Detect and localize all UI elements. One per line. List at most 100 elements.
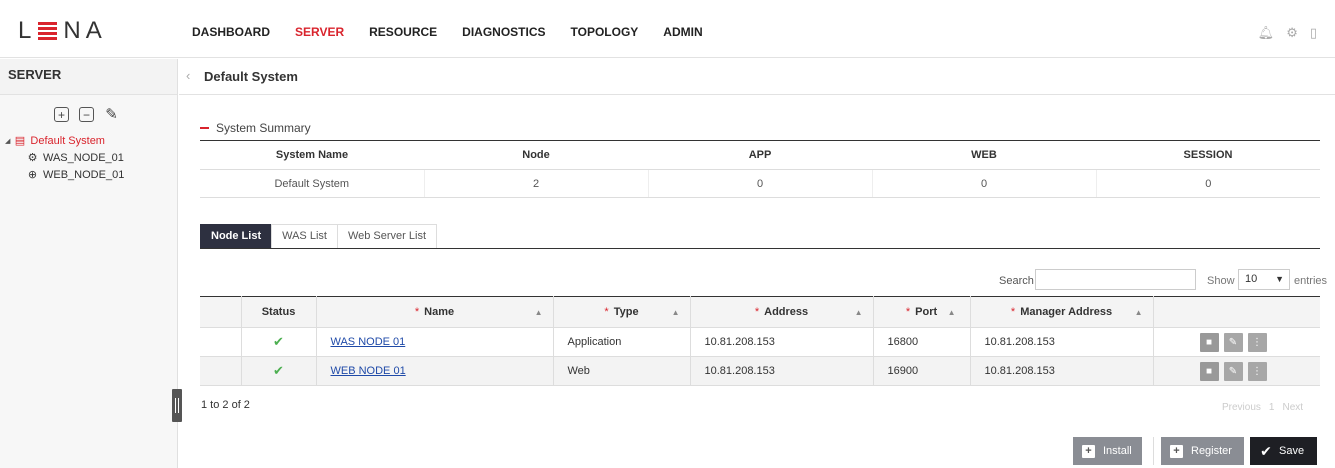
node-table-header: Status * Name ▲ * Type ▲ * Address ▲ * Port ▲ * M… xyxy=(200,296,1320,328)
summary-col-header: Node xyxy=(424,140,648,170)
top-bar: L NA DASHBOARD SERVER RESOURCE DIAGNOSTI… xyxy=(0,0,1335,58)
tab-node-list[interactable]: Node List xyxy=(200,224,273,248)
nav-diagnostics[interactable]: DIAGNOSTICS xyxy=(462,25,545,39)
summary-col-header: APP xyxy=(648,140,872,170)
web-node-icon: ⊕ xyxy=(27,169,38,181)
summary-col-header: SESSION xyxy=(1096,140,1320,170)
tab-web-server-list[interactable]: Web Server List xyxy=(336,224,438,248)
tree-item-was-node[interactable]: ⚙ WAS_NODE_01 xyxy=(5,149,177,166)
system-icon: ▤ xyxy=(14,135,26,147)
sort-asc-icon[interactable]: ▲ xyxy=(672,308,680,317)
summary-cell: 0 xyxy=(872,169,1097,198)
table-row: ✔ WAS NODE 01 Application 10.81.208.153 … xyxy=(200,327,1320,357)
edit-pencil-icon[interactable]: ✎ xyxy=(1223,361,1243,381)
add-icon[interactable]: + xyxy=(54,107,69,122)
logo-letters-na: NA xyxy=(63,17,107,44)
summary-col-header: System Name xyxy=(200,140,424,170)
summary-cell: 0 xyxy=(1096,169,1320,198)
node-name-link[interactable]: WAS NODE 01 xyxy=(331,336,406,348)
pagination-previous[interactable]: Previous xyxy=(1222,402,1261,413)
nav-dashboard[interactable]: DASHBOARD xyxy=(192,25,270,39)
logout-icon[interactable]: ▯ xyxy=(1310,25,1317,41)
gear-icon[interactable]: ⚙ xyxy=(1286,25,1298,41)
tree-item-web-node[interactable]: ⊕ WEB_NODE_01 xyxy=(5,166,177,183)
delete-icon[interactable]: ■ xyxy=(1199,332,1219,352)
sort-asc-icon[interactable]: ▲ xyxy=(535,308,543,317)
col-header-port[interactable]: * Port ▲ xyxy=(873,296,971,328)
list-tabs: Node List WAS List Web Server List xyxy=(200,224,1320,249)
more-vertical-icon[interactable]: ⋮ xyxy=(1247,361,1267,381)
required-marker: * xyxy=(604,306,609,318)
edit-icon[interactable]: ✎ xyxy=(104,107,119,122)
nav-topology[interactable]: TOPOLOGY xyxy=(571,25,639,39)
name-cell: WEB NODE 01 xyxy=(316,356,554,386)
row-select-cell[interactable] xyxy=(200,356,242,386)
sidebar-collapse-handle[interactable] xyxy=(172,389,182,422)
col-header-label: Status xyxy=(261,306,296,318)
nav-resource[interactable]: RESOURCE xyxy=(369,25,437,39)
page-header: ‹ Default System xyxy=(179,59,1335,95)
top-icons: 🔔︎ ⚙ ▯ xyxy=(1258,25,1317,41)
save-button[interactable]: ✔ Save xyxy=(1250,437,1317,465)
summary-cell: 0 xyxy=(648,169,873,198)
remove-icon[interactable]: − xyxy=(79,107,94,122)
search-input[interactable] xyxy=(1035,269,1196,290)
nav-server[interactable]: SERVER xyxy=(295,25,344,39)
col-header-type[interactable]: * Type ▲ xyxy=(553,296,691,328)
pagination-next[interactable]: Next xyxy=(1282,402,1303,413)
summary-cell: Default System xyxy=(200,169,425,198)
col-header-status[interactable]: Status xyxy=(241,296,317,328)
page-size-select[interactable]: 10 ▼ xyxy=(1238,269,1290,290)
col-header-label: Manager Address xyxy=(1020,306,1113,318)
caret-down-icon[interactable]: ◢ xyxy=(5,137,10,145)
more-vertical-icon[interactable]: ⋮ xyxy=(1247,332,1267,352)
register-button[interactable]: + Register xyxy=(1161,437,1244,465)
col-header-address[interactable]: * Address ▲ xyxy=(690,296,874,328)
show-label: Show xyxy=(1207,275,1235,287)
collapse-minus-icon[interactable] xyxy=(200,127,209,129)
name-cell: WAS NODE 01 xyxy=(316,327,554,357)
sort-asc-icon[interactable]: ▲ xyxy=(948,308,956,317)
manager-address-cell: 10.81.208.153 xyxy=(970,327,1154,357)
chevron-left-icon[interactable]: ‹ xyxy=(186,68,190,83)
required-marker: * xyxy=(754,306,760,318)
col-header-manager-address[interactable]: * Manager Address ▲ xyxy=(970,296,1154,328)
col-header-label: Port xyxy=(915,306,938,318)
install-label: Install xyxy=(1103,445,1132,457)
summary-row: Default System 2 0 0 0 xyxy=(200,169,1320,198)
col-header-name[interactable]: * Name ▲ xyxy=(316,296,554,328)
tree-item-default-system[interactable]: ◢ ▤ Default System xyxy=(5,132,177,149)
page-size-value: 10 xyxy=(1245,273,1258,285)
summary-heading[interactable]: System Summary xyxy=(200,121,311,135)
node-name-link[interactable]: WEB NODE 01 xyxy=(331,365,406,377)
edit-pencil-icon[interactable]: ✎ xyxy=(1223,332,1243,352)
install-button[interactable]: + Install xyxy=(1073,437,1142,465)
delete-icon[interactable]: ■ xyxy=(1199,361,1219,381)
type-cell: Application xyxy=(553,327,691,357)
check-icon: ✔ xyxy=(1260,442,1272,459)
save-label: Save xyxy=(1279,445,1305,457)
nav-admin[interactable]: ADMIN xyxy=(663,25,702,39)
actions-col-header xyxy=(1153,296,1320,328)
tree-item-label: Default System xyxy=(30,134,105,147)
summary-cell: 2 xyxy=(424,169,649,198)
col-header-label: Address xyxy=(764,306,809,318)
main-nav: DASHBOARD SERVER RESOURCE DIAGNOSTICS TO… xyxy=(192,25,728,39)
address-cell: 10.81.208.153 xyxy=(690,327,874,357)
tab-was-list[interactable]: WAS List xyxy=(271,224,338,248)
tree-toolbar: + − ✎ xyxy=(0,107,177,122)
pagination-page[interactable]: 1 xyxy=(1269,402,1275,413)
required-marker: * xyxy=(905,306,911,318)
summary-header-row: System Name Node APP WEB SESSION xyxy=(200,140,1320,170)
bell-icon[interactable]: 🔔︎ xyxy=(1258,25,1275,41)
row-select-cell[interactable] xyxy=(200,327,242,357)
sort-asc-icon[interactable]: ▲ xyxy=(855,308,863,317)
pagination: Previous 1 Next xyxy=(1222,402,1303,413)
app-logo[interactable]: L NA xyxy=(18,17,107,45)
required-marker: * xyxy=(1010,306,1016,318)
summary-heading-label: System Summary xyxy=(216,121,311,135)
status-check-icon: ✔ xyxy=(241,356,317,386)
sort-asc-icon[interactable]: ▲ xyxy=(1135,308,1143,317)
port-cell: 16900 xyxy=(873,356,971,386)
register-label: Register xyxy=(1191,445,1232,457)
